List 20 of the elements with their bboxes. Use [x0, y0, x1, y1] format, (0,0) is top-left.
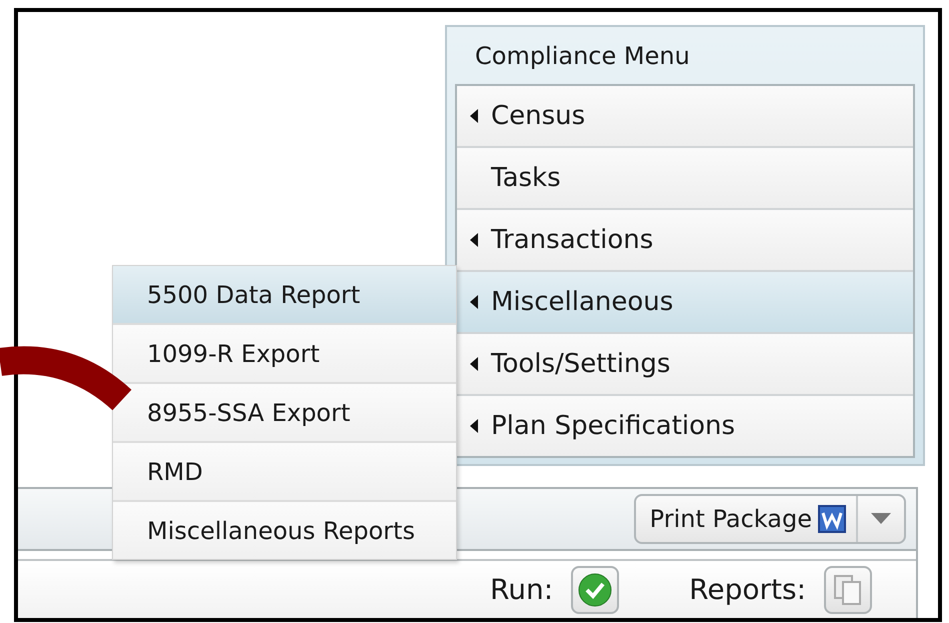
submenu-item[interactable]: 5500 Data Report: [113, 266, 456, 325]
document-icon: [818, 505, 846, 533]
submenu-item[interactable]: Miscellaneous Reports: [113, 502, 456, 559]
menu-item[interactable]: Census: [457, 86, 913, 148]
run-button[interactable]: [571, 566, 620, 614]
submenu-item[interactable]: 1099-R Export: [113, 325, 456, 384]
menu-item[interactable]: Transactions: [457, 210, 913, 272]
pages-icon: [833, 574, 863, 606]
caret-down-icon: [871, 513, 891, 525]
checkmark-icon: [578, 572, 612, 606]
menu-item[interactable]: Miscellaneous: [457, 272, 913, 334]
run-label: Run:: [490, 573, 554, 606]
menu-title: Compliance Menu: [474, 40, 691, 72]
menu-item[interactable]: Plan Specifications: [457, 396, 913, 456]
reports-label: Reports:: [689, 573, 806, 606]
submenu-item[interactable]: RMD: [113, 443, 456, 502]
menu-item[interactable]: Tasks: [457, 148, 913, 210]
menu-item[interactable]: Tools/Settings: [457, 334, 913, 396]
reports-button[interactable]: [824, 566, 872, 614]
submenu-item[interactable]: 8955-SSA Export: [113, 384, 456, 443]
